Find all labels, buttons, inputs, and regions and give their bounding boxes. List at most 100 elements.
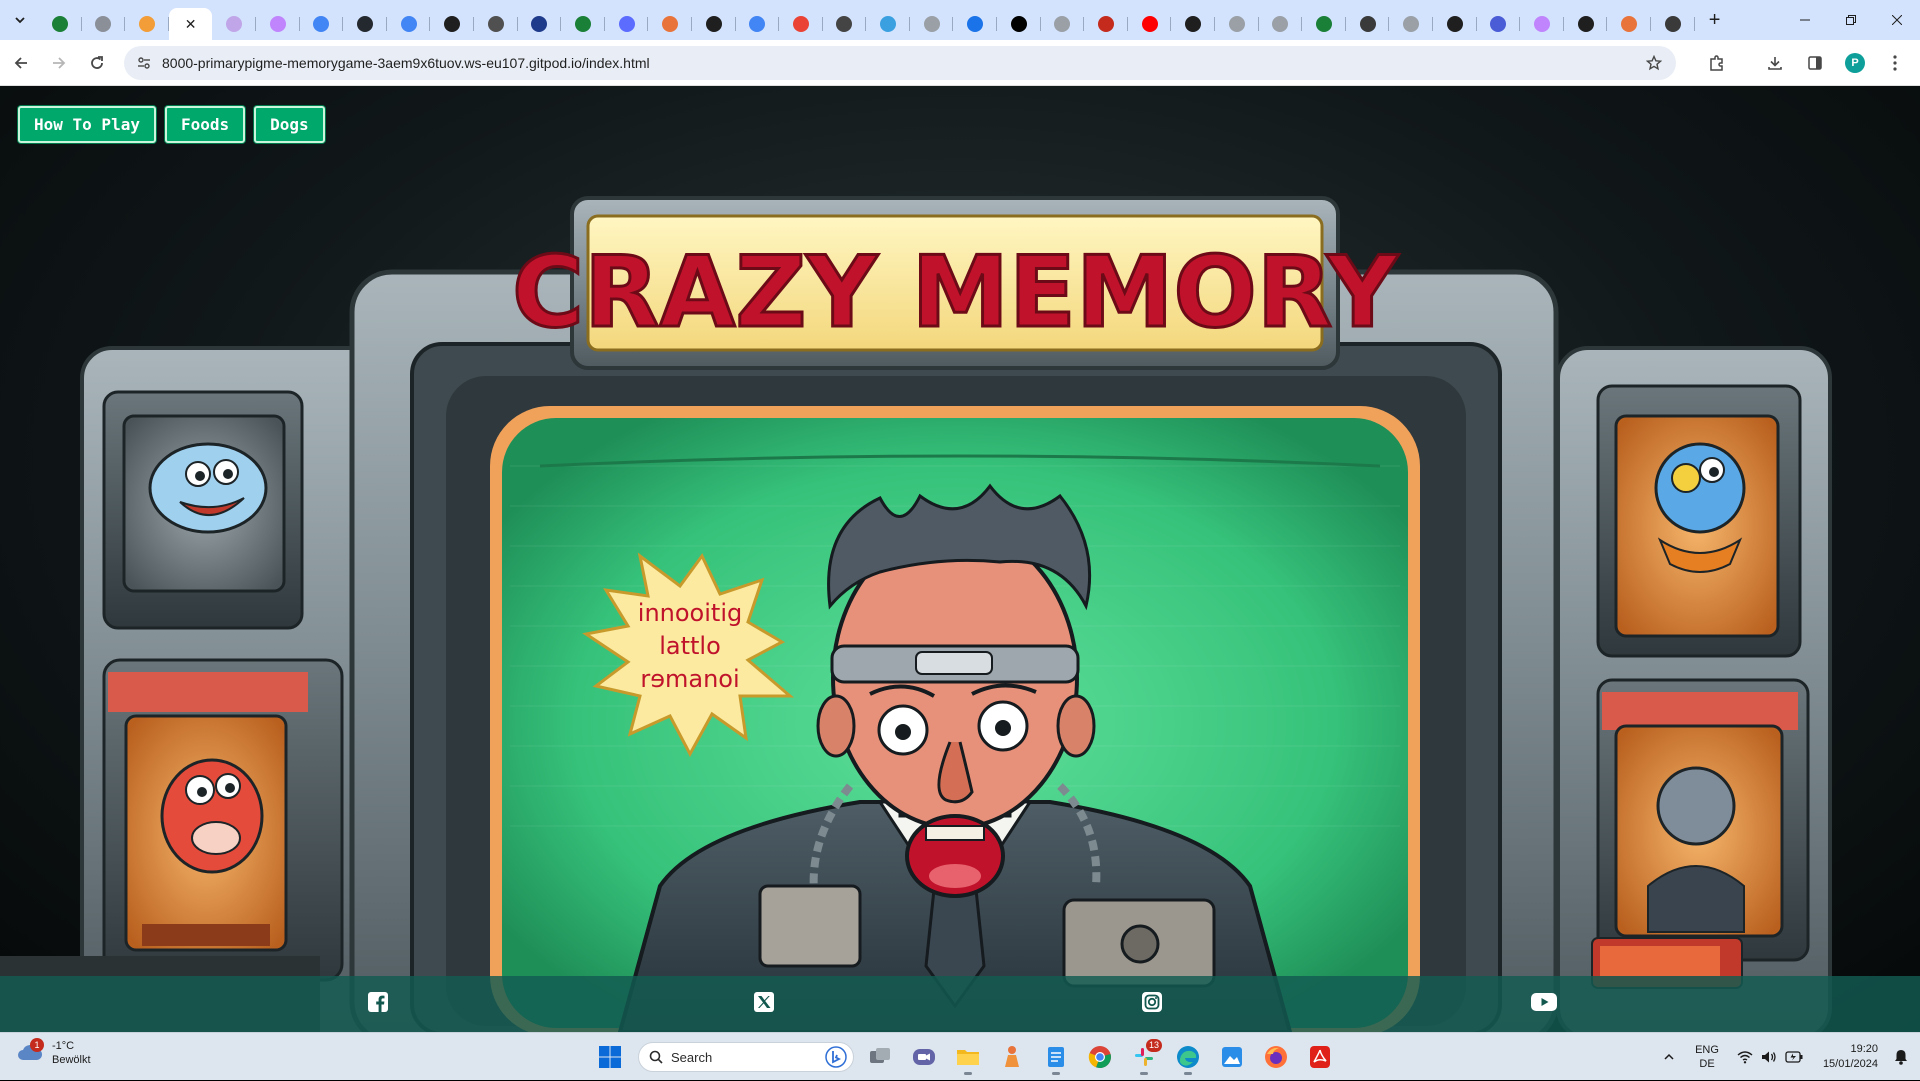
search-icon xyxy=(967,16,984,32)
downloads-button[interactable] xyxy=(1758,46,1792,80)
browser-tab[interactable] xyxy=(387,8,431,40)
edge-icon xyxy=(1177,1046,1199,1068)
browser-tab[interactable] xyxy=(1477,8,1521,40)
clock[interactable]: 19:20 15/01/2024 xyxy=(1817,1033,1888,1081)
browser-tab[interactable] xyxy=(866,8,910,40)
browser-tab[interactable] xyxy=(82,8,126,40)
close-window-button[interactable] xyxy=(1874,0,1920,40)
browser-tab[interactable] xyxy=(38,8,82,40)
minimize-button[interactable] xyxy=(1782,0,1828,40)
browser-tab[interactable] xyxy=(605,8,649,40)
browser-tab[interactable] xyxy=(1607,8,1651,40)
browser-tab[interactable] xyxy=(1389,8,1433,40)
restore-icon xyxy=(1846,15,1856,25)
browser-tab[interactable] xyxy=(343,8,387,40)
address-bar[interactable]: 8000-primarypigme-memorygame-3aem9x6tuov… xyxy=(124,46,1676,80)
search-icon xyxy=(649,1050,663,1064)
x-twitter-icon[interactable] xyxy=(752,990,776,1014)
avatar: P xyxy=(1845,53,1865,73)
foods-button[interactable]: Foods xyxy=(164,106,246,143)
browser-tab[interactable] xyxy=(997,8,1041,40)
browser-tab[interactable] xyxy=(1041,8,1085,40)
system-tray: ENG DE 19:20 15/01/2024 xyxy=(1657,1033,1920,1081)
window-controls xyxy=(1782,0,1920,40)
browser-tab[interactable] xyxy=(1433,8,1477,40)
instagram-icon[interactable] xyxy=(1140,990,1164,1014)
browser-tab[interactable] xyxy=(1520,8,1564,40)
browser-tab[interactable] xyxy=(1564,8,1608,40)
quick-settings-button[interactable] xyxy=(1731,1033,1809,1081)
close-tab-icon[interactable]: ✕ xyxy=(185,16,197,33)
browser-tab[interactable] xyxy=(910,8,954,40)
chrome-menu-button[interactable] xyxy=(1878,46,1912,80)
back-button[interactable] xyxy=(4,46,38,80)
youtube-icon[interactable] xyxy=(1530,990,1558,1014)
profile-button[interactable]: P xyxy=(1838,46,1872,80)
file-explorer-button[interactable] xyxy=(950,1037,986,1077)
crazy-memory-hero-image: CRAZY MEMORY innooitig lattlo rɘmanoi xyxy=(0,196,1832,1032)
google-icon xyxy=(400,16,417,32)
browser-tab[interactable] xyxy=(1084,8,1128,40)
start-button[interactable] xyxy=(590,1037,630,1077)
browser-tab[interactable] xyxy=(1346,8,1390,40)
browser-tab[interactable] xyxy=(1215,8,1259,40)
new-tab-button[interactable]: + xyxy=(1701,6,1729,34)
browser-tab[interactable] xyxy=(736,8,780,40)
browser-tab[interactable] xyxy=(212,8,256,40)
task-view-button[interactable] xyxy=(862,1037,898,1077)
browser-tab[interactable] xyxy=(474,8,518,40)
browser-tab[interactable] xyxy=(779,8,823,40)
show-hidden-icons-button[interactable] xyxy=(1657,1033,1681,1081)
notepad-button[interactable] xyxy=(1038,1037,1074,1077)
page-viewport: CRAZY MEMORY innooitig lattlo rɘmanoi Ho… xyxy=(0,86,1920,1032)
browser-tab[interactable] xyxy=(125,8,169,40)
side-panel-button[interactable] xyxy=(1798,46,1832,80)
browser-tab[interactable] xyxy=(256,8,300,40)
acrobat-button[interactable] xyxy=(1302,1037,1338,1077)
browser-tab[interactable] xyxy=(1302,8,1346,40)
close-icon xyxy=(1892,15,1902,25)
url-text[interactable]: 8000-primarypigme-memorygame-3aem9x6tuov… xyxy=(162,55,650,71)
firefox-button[interactable] xyxy=(1258,1037,1294,1077)
globe-icon xyxy=(1533,16,1550,32)
browser-tab[interactable] xyxy=(648,8,692,40)
browser-tab[interactable] xyxy=(300,8,344,40)
arrow-right-icon xyxy=(53,56,66,69)
app-pinned-2[interactable] xyxy=(1214,1037,1250,1077)
app-pinned-1[interactable] xyxy=(994,1037,1030,1077)
language-indicator[interactable]: ENG DE xyxy=(1689,1033,1725,1081)
restore-button[interactable] xyxy=(1828,0,1874,40)
reload-button[interactable] xyxy=(80,46,114,80)
bookmark-star-button[interactable] xyxy=(1640,49,1668,77)
orange-logo-icon xyxy=(138,16,155,32)
browser-tab[interactable] xyxy=(953,8,997,40)
forward-button[interactable] xyxy=(42,46,76,80)
browser-tab[interactable] xyxy=(518,8,562,40)
browser-tab[interactable]: ✕ xyxy=(168,8,213,40)
extensions-button[interactable] xyxy=(1700,46,1734,80)
globe-icon xyxy=(1272,16,1289,32)
browser-tab[interactable] xyxy=(1259,8,1303,40)
chrome-button[interactable] xyxy=(1082,1037,1118,1077)
browser-tab[interactable] xyxy=(561,8,605,40)
tab-search-button[interactable] xyxy=(6,6,34,34)
reload-icon xyxy=(91,55,103,69)
notifications-button[interactable] xyxy=(1888,1033,1920,1081)
how-to-play-button[interactable]: How To Play xyxy=(18,106,156,143)
browser-tab[interactable] xyxy=(1651,8,1695,40)
teams-chat-button[interactable] xyxy=(906,1037,942,1077)
facebook-icon[interactable] xyxy=(366,990,390,1014)
browser-tab[interactable] xyxy=(430,8,474,40)
weather-widget[interactable]: 1 -1°C Bewölkt xyxy=(16,1038,91,1067)
teams-button[interactable]: 13 xyxy=(1126,1037,1162,1077)
globe-icon xyxy=(226,16,243,32)
site-info-button[interactable] xyxy=(130,49,158,77)
edge-button[interactable] xyxy=(1170,1037,1206,1077)
browser-tab[interactable] xyxy=(1171,8,1215,40)
taskbar-search-input[interactable]: Search xyxy=(638,1042,854,1072)
windows-logo-icon xyxy=(599,1046,621,1068)
browser-tab[interactable] xyxy=(692,8,736,40)
dogs-button[interactable]: Dogs xyxy=(254,106,325,143)
browser-tab[interactable] xyxy=(1128,8,1172,40)
browser-tab[interactable] xyxy=(823,8,867,40)
